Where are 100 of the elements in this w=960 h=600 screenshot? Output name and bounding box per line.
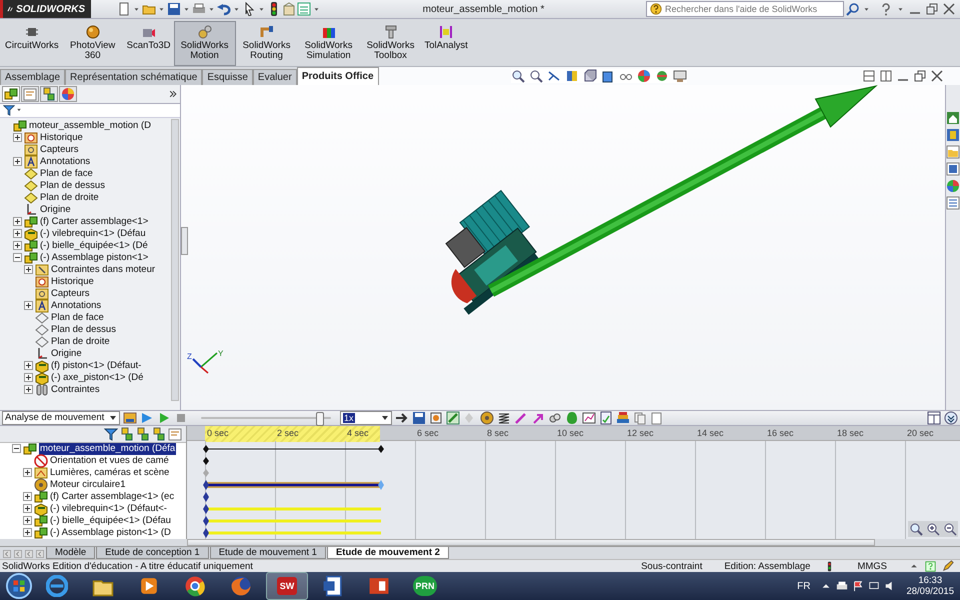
- expand-toggle[interactable]: [24, 385, 33, 394]
- previous-view-icon[interactable]: [546, 68, 561, 83]
- tree-item[interactable]: Plan de droite: [40, 192, 99, 204]
- playback-speed-dropdown[interactable]: 1x: [340, 410, 392, 425]
- scene-icon[interactable]: [654, 68, 669, 83]
- caret-icon[interactable]: [109, 414, 117, 422]
- search-icon[interactable]: [846, 2, 860, 16]
- custom-properties-icon[interactable]: [946, 196, 960, 210]
- damper-icon[interactable]: [514, 410, 528, 425]
- study-tab[interactable]: Etude de mouvement 2: [326, 547, 449, 559]
- tree-item[interactable]: Historique: [51, 276, 94, 288]
- playback-slider-thumb[interactable]: [316, 412, 324, 426]
- results-plot-icon[interactable]: [582, 410, 596, 425]
- tree-item[interactable]: (-) Assemblage piston<1>: [40, 252, 148, 264]
- command-tab[interactable]: Evaluer: [252, 68, 297, 85]
- keypoint-marker[interactable]: [203, 492, 209, 502]
- property-tab-icon[interactable]: [168, 426, 182, 441]
- language-indicator[interactable]: FR: [797, 580, 810, 592]
- section-view-icon[interactable]: [564, 68, 579, 83]
- command-tab[interactable]: Esquisse: [202, 68, 253, 85]
- view-cube-icon[interactable]: [582, 68, 597, 83]
- autokey-icon[interactable]: [446, 410, 460, 425]
- addin-button[interactable]: ScanTo3D: [124, 21, 174, 65]
- tree-item[interactable]: Annotations: [51, 300, 102, 312]
- undo-icon[interactable]: [217, 2, 231, 16]
- tree-item[interactable]: (-) bielle_équipée<1> (Dé: [40, 240, 148, 252]
- addin-button[interactable]: SolidWorks Routing: [236, 21, 298, 66]
- configuration-tab-icon[interactable]: [152, 426, 166, 441]
- keypoint-marker[interactable]: [203, 456, 209, 465]
- property-tab-icon[interactable]: [23, 86, 37, 101]
- tree-item[interactable]: Origine: [40, 204, 71, 216]
- tree-item[interactable]: moteur_assemble_motion (D: [29, 120, 151, 132]
- restore-icon[interactable]: [925, 2, 939, 16]
- tree-item[interactable]: Capteurs: [51, 288, 90, 300]
- addin-button[interactable]: CircuitWorks: [2, 21, 62, 65]
- command-tab[interactable]: Représentation schématique: [65, 68, 202, 85]
- arrow-right-icon[interactable]: [395, 410, 409, 425]
- tree-item[interactable]: Plan de droite: [51, 336, 110, 348]
- expand-toggle[interactable]: [24, 265, 33, 274]
- expand-toggle[interactable]: [24, 301, 33, 310]
- restore-icon[interactable]: [913, 68, 927, 83]
- start-orb-icon[interactable]: [6, 573, 32, 599]
- addin-button[interactable]: SolidWorks Toolbox: [360, 21, 422, 66]
- study-tab[interactable]: Etude de mouvement 1: [210, 547, 326, 559]
- tile-horizontal-icon[interactable]: [862, 68, 876, 83]
- layers-icon[interactable]: [616, 410, 630, 425]
- expand-toggle[interactable]: [24, 373, 33, 382]
- tree-item[interactable]: Capteurs: [40, 144, 79, 156]
- tree-item[interactable]: (-) axe_piston<1> (Dé: [51, 372, 144, 384]
- list-icon[interactable]: [297, 2, 311, 16]
- tile-vertical-icon[interactable]: [879, 68, 893, 83]
- motor-track-bar[interactable]: [203, 480, 384, 490]
- motion-tree-item[interactable]: Moteur circulaire1: [50, 478, 126, 491]
- expand-toggle[interactable]: [13, 229, 22, 238]
- expand-toggle[interactable]: [13, 217, 22, 226]
- tree-item[interactable]: Origine: [51, 348, 82, 360]
- tree-item[interactable]: Contraintes: [51, 384, 100, 396]
- expand-toggle[interactable]: [13, 157, 22, 166]
- expand-toggle[interactable]: [23, 516, 32, 526]
- expand-toggle[interactable]: [23, 468, 32, 478]
- zoom-to-fit-icon[interactable]: [510, 68, 525, 83]
- addin-button[interactable]: PhotoView 360: [62, 21, 124, 66]
- view-settings-icon[interactable]: [672, 68, 687, 83]
- play-from-start-icon[interactable]: [140, 410, 154, 425]
- close-icon[interactable]: [930, 68, 944, 83]
- motion-track-bar[interactable]: [203, 516, 381, 526]
- study-properties-icon[interactable]: [599, 410, 613, 425]
- clock-date[interactable]: 28/09/2015: [906, 586, 954, 597]
- collapse-icon[interactable]: [944, 410, 958, 425]
- zoom-to-fit-icon[interactable]: [909, 522, 923, 536]
- study-tab[interactable]: Etude de conception 1: [96, 547, 209, 559]
- resources-icon[interactable]: [946, 110, 960, 125]
- layout-icon[interactable]: [927, 410, 941, 425]
- quick-tips-icon[interactable]: [925, 560, 936, 572]
- caret-icon[interactable]: [381, 414, 389, 422]
- library-icon[interactable]: [946, 128, 960, 142]
- zoom-out-icon[interactable]: [943, 522, 957, 536]
- study-type-dropdown[interactable]: Analyse de mouvement: [2, 410, 120, 425]
- expand-toggle[interactable]: [13, 253, 22, 262]
- copy-icon[interactable]: [633, 410, 647, 425]
- units-selector[interactable]: MMGS: [841, 560, 903, 572]
- view-palette-icon[interactable]: [946, 162, 960, 176]
- tree-item[interactable]: (-) vilebrequin<1> (Défau: [40, 228, 146, 240]
- expand-toggle[interactable]: [23, 492, 32, 502]
- motion-tree-item[interactable]: (-) vilebrequin<1> (Défaut<-: [50, 502, 167, 515]
- command-tab[interactable]: Produits Office: [296, 66, 379, 85]
- calculate-icon[interactable]: [123, 410, 137, 425]
- expand-toggle[interactable]: [13, 133, 22, 142]
- spring-icon[interactable]: [497, 410, 511, 425]
- printer-icon[interactable]: [836, 580, 848, 592]
- addin-button[interactable]: TolAnalyst: [422, 21, 471, 65]
- motion-track-bar[interactable]: [203, 528, 381, 538]
- configuration-tab-icon[interactable]: [136, 426, 150, 441]
- scrollbar[interactable]: [171, 118, 179, 401]
- motion-tree-item[interactable]: Orientation et vues de camé: [50, 454, 169, 467]
- motion-tree-item[interactable]: Lumières, caméras et scène: [50, 466, 170, 479]
- motion-tree-item[interactable]: (f) Carter assemblage<1> (ec: [50, 490, 174, 503]
- keypoint-marker[interactable]: [203, 468, 209, 477]
- folder-icon[interactable]: [946, 144, 960, 159]
- paste-icon[interactable]: [650, 410, 664, 425]
